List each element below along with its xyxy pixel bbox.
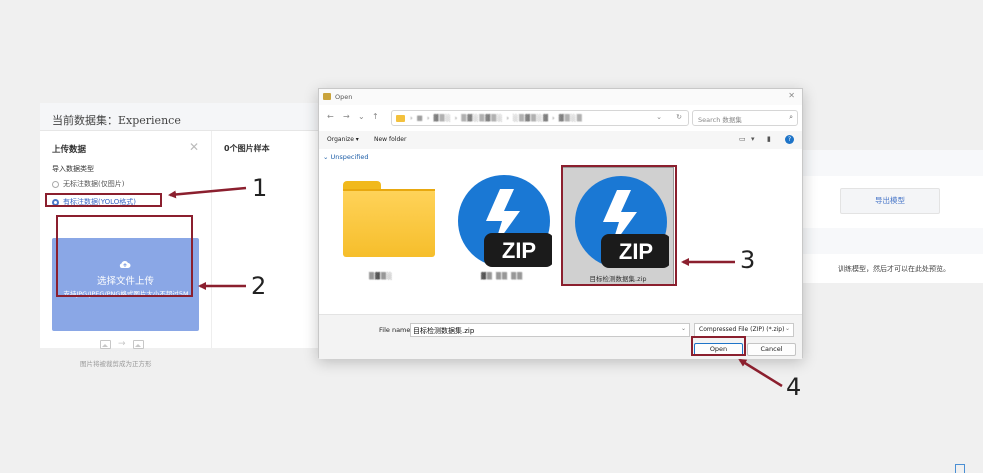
close-icon[interactable]: ✕	[189, 140, 199, 154]
organize-menu[interactable]: Organize ▾	[327, 136, 359, 143]
close-icon[interactable]: ✕	[788, 91, 795, 100]
upload-button-label: 选择文件上传	[96, 276, 154, 287]
help-icon[interactable]: ?	[785, 135, 794, 144]
zip-archive-icon: ZIP	[575, 176, 669, 268]
view-mode-icon[interactable]: ▭	[739, 135, 746, 143]
preview-pane-icon[interactable]: ▮	[767, 135, 771, 143]
app-header: 当前数据集：Experience	[40, 103, 320, 131]
cloud-upload-icon	[119, 261, 131, 268]
zip-label: ZIP	[502, 238, 536, 263]
upload-hint: 支持JPG/JPEG/PNG格式图片大小不超过5M	[63, 290, 189, 298]
chevron-down-icon[interactable]: ⌄	[681, 325, 686, 332]
navigation-bar: ← → ⌄ ↑ › ▦ › ▓▒░ › ▒▓░▒▓▒░ › ░▒▓▒░▓ › ▓…	[319, 107, 802, 129]
crop-note: 图片将被裁剪成为正方形	[80, 360, 152, 368]
recent-chevron-icon[interactable]: ⌄	[358, 112, 365, 121]
file-name-value: 目标检测数据集.zip	[413, 327, 475, 335]
open-file-dialog: Open ✕ ← → ⌄ ↑ › ▦ › ▓▒░ › ▒▓░▒▓▒░ › ░▒▓…	[318, 88, 803, 359]
command-bar: Organize ▾ New folder ▭ ▾ ▮ ?	[319, 131, 802, 149]
view-options-chevron-icon[interactable]: ▾	[751, 135, 755, 143]
address-bar[interactable]: › ▦ › ▓▒░ › ▒▓░▒▓▒░ › ░▒▓▒░▓ › ▓▒░▒ ⌄ ↻	[391, 110, 689, 126]
dialog-titlebar: Open ✕	[319, 89, 802, 105]
radio-icon	[52, 180, 59, 188]
radio-unlabeled-label: 无标注数据(仅图片)	[63, 180, 125, 188]
open-button[interactable]: Open	[694, 343, 743, 356]
cancel-button[interactable]: Cancel	[747, 343, 796, 356]
preview-hint: 训练模型，然后才可以在此处预览。	[838, 265, 950, 273]
group-header-unspecified[interactable]: ⌄ Unspecified	[323, 153, 369, 161]
dataset-title: 当前数据集：Experience	[52, 114, 181, 127]
file-tile-folder[interactable]: ▒▓▒░	[325, 167, 437, 285]
file-name: ▒▓▒░	[369, 272, 393, 280]
upload-panel: 上传数据 ✕ 导入数据类型 无标注数据(仅图片) 有标注数据(YOLO格式) 选…	[40, 131, 212, 368]
file-type-value: Compressed File (ZIP) (*.zip)	[699, 326, 785, 333]
import-type-label: 导入数据类型	[52, 165, 94, 173]
folder-icon	[343, 181, 435, 257]
dialog-title: Open	[335, 93, 353, 101]
model-panel: 导出模型 训练模型，然后才可以在此处预览。	[800, 150, 983, 283]
refresh-icon[interactable]: ↻	[676, 113, 682, 121]
step-label-4: 4	[786, 373, 802, 401]
radio-unlabeled[interactable]: 无标注数据(仅图片)	[52, 179, 124, 189]
export-model-button[interactable]: 导出模型	[840, 188, 940, 214]
file-name-label: File name:	[379, 326, 413, 334]
zip-archive-icon: ZIP	[458, 175, 552, 267]
file-tile-zip-selected[interactable]: ZIP 目标检测数据集.zip	[562, 167, 674, 285]
corner-widget	[955, 464, 965, 473]
radio-labeled-yolo[interactable]: 有标注数据(YOLO格式)	[52, 197, 136, 207]
app-icon	[323, 93, 331, 100]
search-icon: ⌕	[789, 113, 793, 121]
forward-arrow-icon[interactable]: →	[343, 112, 350, 121]
search-input[interactable]: Search 数据集 ⌕	[692, 110, 798, 126]
image-icon	[100, 339, 111, 349]
panel-header-band	[800, 150, 983, 176]
folder-icon	[396, 115, 405, 122]
image-icon	[132, 339, 144, 349]
radio-selected-icon	[52, 198, 59, 206]
new-folder-button[interactable]: New folder	[374, 136, 406, 143]
upload-dropzone[interactable]: 选择文件上传 支持JPG/JPEG/PNG格式图片大小不超过5M	[52, 238, 199, 331]
crop-illustration: →	[100, 339, 144, 349]
upload-panel-title: 上传数据	[52, 145, 87, 155]
chevron-down-icon: ⌄	[784, 325, 790, 332]
file-name: ▓▒ ▒▒ ▒▒	[480, 272, 524, 280]
samples-panel: 0个图片样本	[212, 131, 320, 348]
file-tile-zip[interactable]: ZIP ▓▒ ▒▒ ▒▒	[446, 167, 558, 285]
radio-labeled-label: 有标注数据(YOLO格式)	[63, 198, 137, 206]
zip-label: ZIP	[619, 239, 653, 264]
search-placeholder: Search 数据集	[698, 116, 742, 124]
dialog-footer: File name: 目标检测数据集.zip ⌄ Compressed File…	[319, 314, 802, 359]
up-arrow-icon[interactable]: ↑	[372, 112, 379, 121]
file-name-input[interactable]: 目标检测数据集.zip ⌄	[410, 323, 690, 337]
chevron-down-icon[interactable]: ⌄	[656, 113, 662, 121]
arrow-4	[738, 358, 783, 388]
file-name: 目标检测数据集.zip	[589, 275, 647, 283]
back-arrow-icon[interactable]: ←	[327, 112, 334, 121]
samples-count: 0个图片样本	[224, 144, 270, 153]
arrow-right-icon: →	[118, 339, 126, 349]
file-type-select[interactable]: Compressed File (ZIP) (*.zip) ⌄	[694, 323, 794, 337]
panel-header-band	[800, 228, 983, 254]
address-path: › ▦ › ▓▒░ › ▒▓░▒▓▒░ › ░▒▓▒░▓ › ▓▒░▒	[410, 114, 583, 122]
